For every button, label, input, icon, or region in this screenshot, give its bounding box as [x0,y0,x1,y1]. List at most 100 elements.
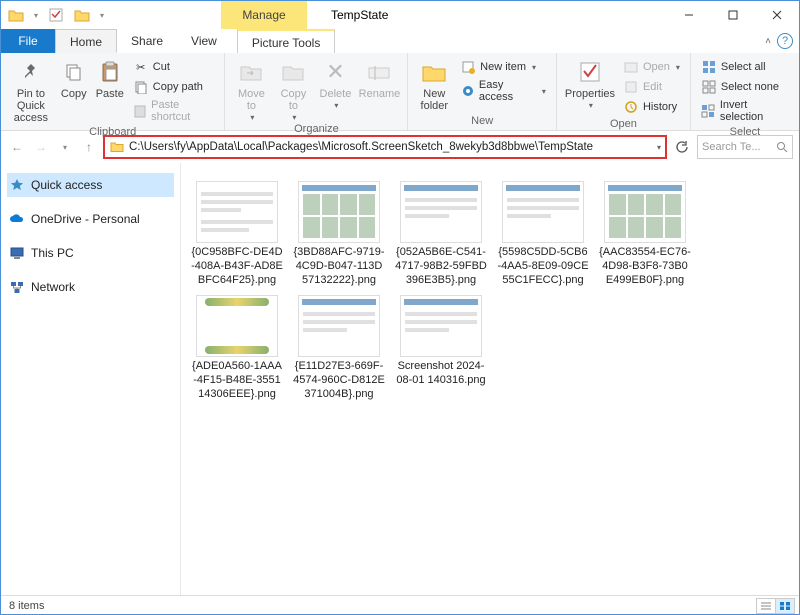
new-folder-button[interactable]: New folder [414,55,454,112]
file-name: {3BD88AFC-9719-4C9D-B047-113D57132222}.p… [293,245,385,287]
help-icon[interactable]: ? [777,33,793,49]
edit-button[interactable]: Edit [619,77,684,97]
invert-selection-button[interactable]: Invert selection [697,97,793,125]
navigation-bar: ← → ▾ ↑ C:\Users\fy\AppData\Local\Packag… [1,131,799,163]
ribbon: Pin to Quick access Copy Paste ✂Cut Copy… [1,53,799,131]
file-item[interactable]: {052A5B6E-C541-4717-98B2-59FBD396E3B5}.p… [393,179,489,289]
history-icon [623,99,639,115]
file-name: {5598C5DD-5CB6-4AA5-8E09-09CE55C1FECC}.p… [497,245,589,287]
forward-button[interactable]: → [31,137,51,157]
invert-selection-icon [701,103,716,119]
new-folder-icon [418,57,450,87]
star-icon [9,177,25,193]
delete-button[interactable]: ✕ Delete▾ [315,55,355,110]
file-item[interactable]: {E11D27E3-669F-4574-960C-D812E371004B}.p… [291,293,387,403]
edit-icon [623,79,639,95]
copy-path-button[interactable]: Copy path [129,77,219,97]
select-all-icon [701,59,717,75]
new-item-button[interactable]: New item▾ [456,57,550,77]
tab-share[interactable]: Share [117,29,177,53]
tab-picture-tools[interactable]: Picture Tools [237,29,335,53]
nav-onedrive[interactable]: OneDrive - Personal [7,207,174,231]
back-button[interactable]: ← [7,137,27,157]
properties-icon [574,57,606,87]
copy-button[interactable]: Copy [57,55,91,100]
new-folder-qat-icon[interactable] [71,4,93,26]
paste-button[interactable]: Paste [93,55,127,100]
file-item[interactable]: {3BD88AFC-9719-4C9D-B047-113D57132222}.p… [291,179,387,289]
properties-button[interactable]: Properties▾ [563,55,617,110]
recent-locations-button[interactable]: ▾ [55,137,75,157]
move-to-icon [235,57,267,87]
file-item[interactable]: {ADE0A560-1AAA-4F15-B48E-355114306EEE}.p… [189,293,285,403]
file-name: {0C958BFC-DE4D-408A-B43F-AD8EBFC64F25}.p… [191,245,283,287]
pin-label: Pin to Quick access [9,88,53,124]
paste-label: Paste [96,88,124,100]
chevron-down-icon: ▾ [542,87,546,96]
paste-icon [94,57,126,87]
file-item[interactable]: {0C958BFC-DE4D-408A-B43F-AD8EBFC64F25}.p… [189,179,285,289]
tab-home[interactable]: Home [55,29,117,53]
search-input[interactable]: Search Te... [697,135,793,159]
up-button[interactable]: ↑ [79,137,99,157]
chevron-down-icon: ▾ [532,63,536,72]
qat-dropdown-icon[interactable]: ▾ [31,4,41,26]
easy-access-button[interactable]: Easy access▾ [456,77,550,105]
history-button[interactable]: History [619,97,684,117]
select-none-icon [701,79,717,95]
select-none-button[interactable]: Select none [697,77,793,97]
rename-button[interactable]: Rename [357,55,401,100]
minimize-button[interactable] [667,1,711,29]
address-bar[interactable]: C:\Users\fy\AppData\Local\Packages\Micro… [103,135,667,159]
network-icon [9,279,25,295]
file-item[interactable]: {AAC83554-EC76-4D98-B3F8-73B0E499EB0F}.p… [597,179,693,289]
folder-icon[interactable] [5,4,27,26]
cloud-icon [9,211,25,227]
copy-label: Copy [61,88,87,100]
nav-quick-access[interactable]: Quick access [7,173,174,197]
tab-view[interactable]: View [177,29,231,53]
new-item-icon [460,59,476,75]
nav-this-pc[interactable]: This PC [7,241,174,265]
chevron-down-icon: ▾ [250,113,254,122]
delete-icon: ✕ [319,57,351,87]
view-details-button[interactable] [756,598,776,614]
maximize-button[interactable] [711,1,755,29]
file-thumbnail [502,181,584,243]
nav-network[interactable]: Network [7,275,174,299]
easy-access-icon [460,83,475,99]
qat-customize-icon[interactable]: ▾ [97,4,107,26]
files-pane[interactable]: {0C958BFC-DE4D-408A-B43F-AD8EBFC64F25}.p… [181,163,799,595]
chevron-down-icon: ▾ [292,113,296,122]
copy-path-icon [133,79,149,95]
tab-file[interactable]: File [1,29,55,53]
properties-qat-icon[interactable] [45,4,67,26]
file-thumbnail [298,295,380,357]
copy-to-button[interactable]: Copy to▾ [273,55,313,122]
paste-shortcut-icon [133,103,147,119]
select-all-button[interactable]: Select all [697,57,793,77]
open-button[interactable]: Open▾ [619,57,684,77]
file-name: {AAC83554-EC76-4D98-B3F8-73B0E499EB0F}.p… [599,245,691,287]
refresh-button[interactable] [671,136,693,158]
copy-icon [58,57,90,87]
cut-button[interactable]: ✂Cut [129,57,219,77]
collapse-ribbon-icon[interactable]: ˄ [765,36,771,47]
address-dropdown-icon[interactable]: ▾ [657,143,661,152]
file-item[interactable]: Screenshot 2024-08-01 140316.png [393,293,489,403]
titlebar: ▾ ▾ Manage TempState [1,1,799,29]
chevron-down-icon: ▾ [676,63,680,72]
pc-icon [9,245,25,261]
move-to-button[interactable]: Move to▾ [231,55,271,122]
file-item[interactable]: {5598C5DD-5CB6-4AA5-8E09-09CE55C1FECC}.p… [495,179,591,289]
pin-quick-access-button[interactable]: Pin to Quick access [7,55,55,124]
close-button[interactable] [755,1,799,29]
chevron-down-icon: ▾ [334,101,338,110]
copy-to-icon [277,57,309,87]
group-label-new: New [471,114,493,130]
file-thumbnail [298,181,380,243]
ribbon-group-clipboard: Pin to Quick access Copy Paste ✂Cut Copy… [1,53,225,130]
paste-shortcut-button[interactable]: Paste shortcut [129,97,219,125]
contextual-tab-label: Manage [221,1,307,29]
view-thumbnails-button[interactable] [775,598,795,614]
